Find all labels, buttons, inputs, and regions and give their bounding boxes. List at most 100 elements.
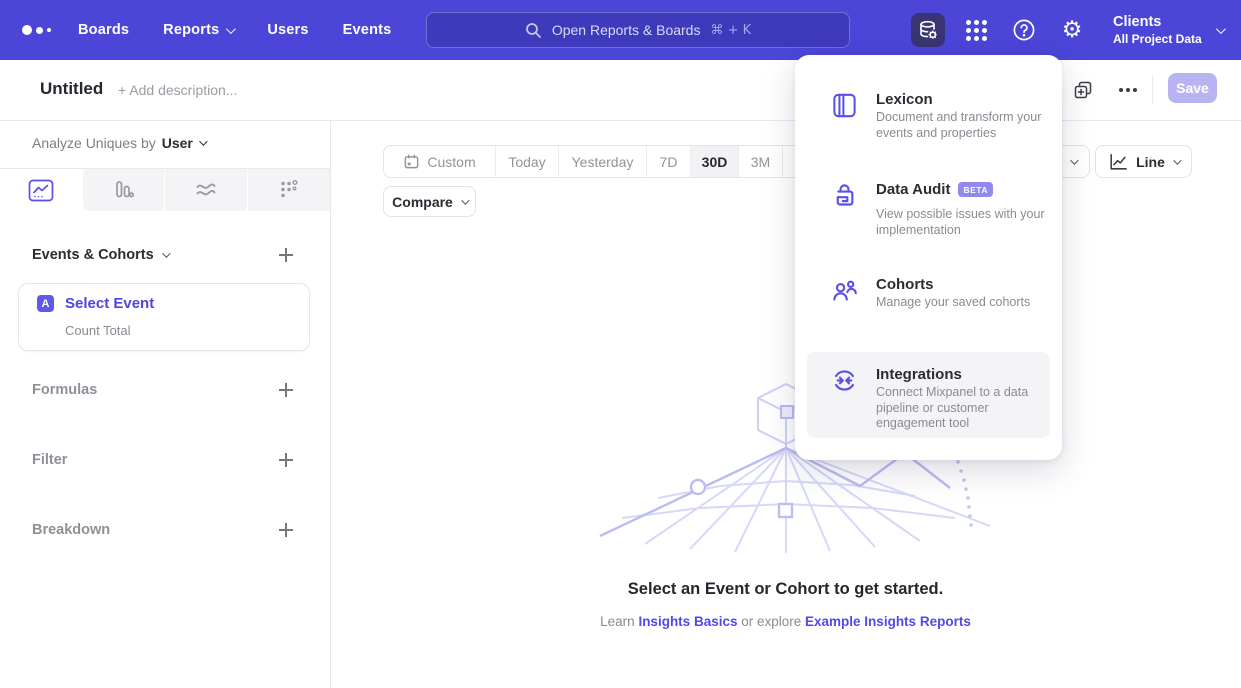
analyze-label: Analyze Uniques by — [32, 135, 156, 151]
example-reports-link[interactable]: Example Insights Reports — [805, 614, 971, 629]
tab-flow-chart[interactable] — [165, 169, 248, 211]
search-shortcut: ⌘ + K — [710, 23, 751, 38]
events-cohorts-header[interactable]: Events & Cohorts — [32, 247, 168, 263]
nav-links: Boards Reports Users Events — [78, 0, 391, 60]
select-event-label[interactable]: Select Event — [65, 295, 154, 312]
chevron-down-icon — [1216, 24, 1226, 34]
query-builder-panel: Analyze Uniques by User — [0, 121, 330, 688]
chevron-down-icon — [1070, 156, 1078, 164]
gear-icon: ⚙ — [1062, 19, 1083, 42]
range-label: Yesterday — [572, 154, 634, 170]
global-search[interactable]: Open Reports & Boards ⌘ + K — [426, 12, 850, 48]
users-icon — [831, 277, 858, 304]
line-chart-icon — [1108, 152, 1128, 172]
line-chart-icon — [28, 179, 54, 202]
chart-type-tabs — [0, 169, 330, 211]
chart-type-label: Line — [1136, 154, 1165, 170]
range-label: Today — [508, 154, 545, 170]
apps-grid-icon — [966, 20, 987, 41]
search-icon — [525, 22, 542, 39]
report-title[interactable]: Untitled — [40, 79, 103, 99]
add-event-button[interactable] — [279, 248, 293, 262]
database-gear-icon — [916, 18, 940, 42]
insights-basics-link[interactable]: Insights Basics — [638, 614, 737, 629]
tab-line-chart[interactable] — [0, 169, 83, 211]
mixpanel-logo-icon[interactable] — [22, 0, 51, 60]
range-7d[interactable]: 7D — [647, 146, 691, 177]
count-total-label[interactable]: Count Total — [65, 323, 131, 338]
nav-item-users[interactable]: Users — [267, 22, 308, 38]
range-custom[interactable]: Custom — [384, 146, 496, 177]
bar-chart-icon — [111, 178, 135, 202]
ellipsis-icon — [1119, 88, 1123, 92]
sync-arrows-icon — [831, 367, 858, 394]
filter-section-label: Filter — [32, 452, 67, 468]
formulas-section-label: Formulas — [32, 382, 97, 398]
range-label: 30D — [702, 154, 728, 170]
empty-state: Select an Event or Cohort to get started… — [330, 580, 1241, 629]
nav-item-label: Reports — [163, 22, 219, 38]
nav-item-events[interactable]: Events — [343, 22, 392, 38]
empty-state-links: Learn Insights Basics or explore Example… — [330, 614, 1241, 629]
menu-item-description: Manage your saved cohorts — [876, 295, 1076, 311]
menu-item-description: View possible issues with your implement… — [876, 207, 1066, 238]
beta-badge: BETA — [958, 182, 993, 197]
chart-type-dropdown[interactable]: Line — [1095, 145, 1192, 178]
calendar-icon — [403, 153, 420, 170]
tab-bar-chart[interactable] — [83, 169, 166, 211]
explore-middle: or explore — [737, 614, 805, 629]
top-navigation: Boards Reports Users Events Open Reports… — [0, 0, 1241, 60]
range-label: Custom — [427, 154, 475, 170]
nav-item-boards[interactable]: Boards — [78, 22, 129, 38]
analyze-value: User — [162, 135, 193, 151]
project-name: All Project Data — [1113, 32, 1202, 46]
duplicate-icon — [1073, 80, 1093, 100]
org-name: Clients — [1113, 14, 1202, 30]
add-formula-button[interactable] — [279, 383, 293, 397]
add-breakdown-button[interactable] — [279, 523, 293, 537]
chevron-down-icon — [461, 196, 469, 204]
duplicate-button[interactable] — [1070, 77, 1096, 103]
event-letter-badge: A — [37, 295, 54, 312]
events-cohorts-label: Events & Cohorts — [32, 247, 154, 263]
help-circle-icon — [1011, 17, 1037, 43]
save-button[interactable]: Save — [1168, 73, 1217, 103]
range-yesterday[interactable]: Yesterday — [559, 146, 647, 177]
book-icon — [831, 92, 858, 119]
header-divider — [1152, 75, 1153, 105]
range-today[interactable]: Today — [496, 146, 559, 177]
help-button[interactable] — [1007, 13, 1041, 47]
chevron-down-icon — [1173, 156, 1181, 164]
data-management-button[interactable] — [911, 13, 945, 47]
mixpanel-insights-app: Boards Reports Users Events Open Reports… — [0, 0, 1241, 688]
flow-chart-icon — [194, 178, 218, 202]
nav-item-reports[interactable]: Reports — [163, 22, 233, 38]
analyze-value-dropdown[interactable]: User — [162, 135, 205, 151]
chevron-down-icon — [162, 249, 170, 257]
audit-lock-icon — [831, 182, 858, 209]
report-description-placeholder[interactable]: + Add description... — [118, 82, 237, 98]
nav-item-label: Users — [267, 22, 308, 38]
settings-button[interactable]: ⚙ — [1055, 13, 1089, 47]
metric-dots-icon — [277, 178, 301, 202]
range-label: 7D — [660, 154, 678, 170]
analyze-row: Analyze Uniques by User — [32, 135, 205, 151]
add-filter-button[interactable] — [279, 453, 293, 467]
tab-metric[interactable] — [248, 169, 331, 211]
apps-button[interactable] — [959, 13, 993, 47]
date-range-control: Custom Today Yesterday 7D 30D 3M 6M — [383, 145, 828, 178]
project-selector[interactable]: Clients All Project Data — [1113, 0, 1223, 60]
more-options-button[interactable] — [1115, 77, 1141, 103]
learn-prefix: Learn — [600, 614, 638, 629]
menu-item-description: Document and transform your events and p… — [876, 110, 1054, 141]
nav-item-label: Events — [343, 22, 392, 38]
range-30d[interactable]: 30D — [691, 146, 739, 177]
range-3m[interactable]: 3M — [739, 146, 783, 177]
menu-item-title: Lexicon — [876, 91, 933, 108]
compare-button[interactable]: Compare — [383, 186, 476, 217]
menu-item-title: Integrations — [876, 366, 962, 383]
range-label: 3M — [751, 154, 770, 170]
compare-label: Compare — [392, 194, 453, 210]
empty-state-title: Select an Event or Cohort to get started… — [330, 580, 1241, 599]
event-card[interactable]: A Select Event Count Total — [18, 283, 310, 351]
